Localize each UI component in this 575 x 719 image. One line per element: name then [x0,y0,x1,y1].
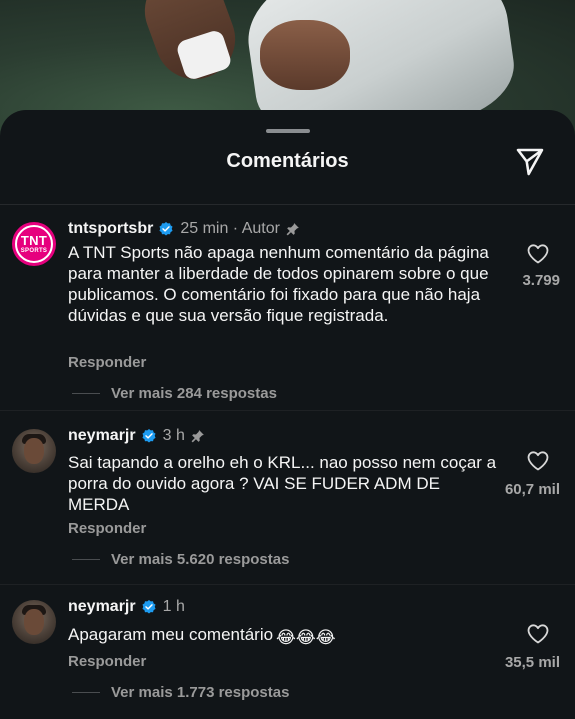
comments-sheet: Comentários TNT SPORTS tntsportsbr 25 mi… [0,110,575,719]
reply-button[interactable]: Responder [68,653,146,670]
avatar[interactable]: TNT SPORTS [12,222,56,266]
like-count: 3.799 [522,272,560,289]
comment-meta: neymarjr 1 h [68,598,185,616]
comment-separator [0,410,575,411]
verified-badge-icon [159,222,173,236]
timestamp: 25 min · Autor [180,220,280,237]
view-replies-label: Ver mais 284 respostas [111,385,277,402]
comment-text-body: Apagaram meu comentário [68,625,274,644]
comment-meta: tntsportsbr 25 min · Autor [68,220,300,238]
sheet-title: Comentários [226,150,349,172]
view-replies-button[interactable]: Ver mais 1.773 respostas [72,684,289,701]
replies-line [72,393,100,394]
pin-icon [191,430,204,443]
replies-line [72,559,100,560]
sheet-drag-handle[interactable] [266,129,310,133]
comment-separator [0,584,575,585]
avatar[interactable] [12,600,56,644]
comment-text: Sai tapando a orelho eh o KRL... nao pos… [68,453,497,514]
header-divider [0,204,575,205]
pin-icon [286,223,299,236]
logo-subtext: SPORTS [20,248,48,254]
view-replies-button[interactable]: Ver mais 284 respostas [72,385,277,402]
username[interactable]: neymarjr [68,598,136,616]
avatar[interactable] [12,429,56,473]
reply-button[interactable]: Responder [68,520,146,537]
view-replies-button[interactable]: Ver mais 5.620 respostas [72,551,289,568]
username[interactable]: neymarjr [68,427,136,445]
comment-meta: neymarjr 3 h [68,427,205,445]
timestamp: 1 h [162,598,185,615]
reply-button[interactable]: Responder [68,354,146,371]
avatar-face [24,609,44,635]
view-replies-label: Ver mais 5.620 respostas [111,551,290,568]
timestamp: 3 h [162,427,185,444]
replies-line [72,692,100,693]
laughing-emoji: 😂😂😂 [276,628,336,647]
like-count: 60,7 mil [504,481,560,498]
heart-outline-icon[interactable] [525,242,551,266]
like-count: 35,5 mil [504,654,560,671]
view-replies-label: Ver mais 1.773 respostas [111,684,290,701]
comment-text: Apagaram meu comentário 😂😂😂 [68,624,498,648]
avatar-face [24,438,44,464]
verified-badge-icon [142,600,156,614]
tnt-sports-logo: TNT SPORTS [15,225,53,263]
heart-outline-icon[interactable] [525,449,551,473]
logo-text: TNT [20,233,48,248]
heart-outline-icon[interactable] [525,622,551,646]
player-hand [260,20,350,90]
comment-text: A TNT Sports não apaga nenhum comentário… [68,243,489,325]
username[interactable]: tntsportsbr [68,220,153,238]
send-icon[interactable] [513,146,547,178]
verified-badge-icon [142,429,156,443]
